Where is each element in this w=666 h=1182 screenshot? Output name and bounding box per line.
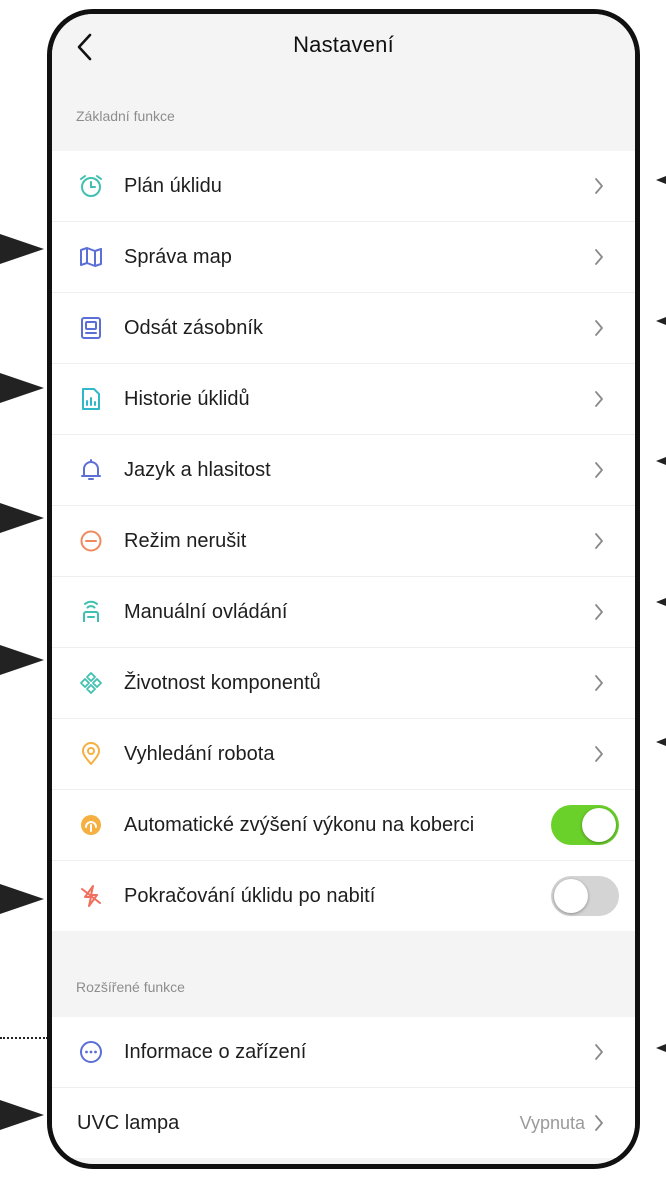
charge-resume-icon [77, 882, 105, 910]
history-chart-icon [77, 385, 105, 413]
advanced-functions-list: Informace o zařízení UVC lampa Vypnuta [52, 1017, 635, 1158]
basic-functions-list: Plán úklidu Správa map Odsát zásobník Hi… [52, 151, 635, 931]
do-not-disturb-icon [77, 527, 105, 555]
section-title: Základní funkce [76, 108, 175, 124]
resume-after-charge-toggle[interactable] [551, 876, 619, 916]
toggle-knob [554, 879, 588, 913]
annotation-arrow [0, 884, 44, 914]
map-icon [77, 243, 105, 271]
row-label: Historie úklidů [124, 387, 250, 410]
section-title: Rozšířené funkce [76, 979, 185, 995]
row-empty-dustbin[interactable]: Odsát zásobník [52, 293, 635, 364]
carpet-boost-toggle[interactable] [551, 805, 619, 845]
row-map-management[interactable]: Správa map [52, 222, 635, 293]
row-label: UVC lampa [77, 1111, 180, 1134]
chevron-right-icon [589, 318, 609, 338]
annotation-arrow [656, 738, 666, 746]
annotation-dotted-line [0, 1037, 48, 1039]
row-uvc-lamp[interactable]: UVC lampa Vypnuta [52, 1088, 635, 1158]
dustbin-station-icon [77, 314, 105, 342]
section-header-advanced: Rozšířené funkce [52, 952, 635, 1022]
annotation-arrow [0, 1100, 44, 1130]
chevron-right-icon [589, 1113, 609, 1133]
uvc-lamp-status: Vypnuta [519, 1112, 585, 1133]
toggle-knob [582, 808, 616, 842]
chevron-right-icon [589, 602, 609, 622]
chevron-right-icon [589, 1042, 609, 1062]
row-label: Pokračování úklidu po nabití [124, 884, 376, 907]
annotation-arrow [0, 503, 44, 533]
carpet-boost-icon [77, 811, 105, 839]
row-device-info[interactable]: Informace o zařízení [52, 1017, 635, 1088]
row-resume-after-charge: Pokračování úklidu po nabití [52, 861, 635, 931]
annotation-arrow [656, 176, 666, 184]
chevron-right-icon [589, 389, 609, 409]
info-dots-icon [77, 1038, 105, 1066]
chevron-right-icon [589, 744, 609, 764]
top-bar: Nastavení [52, 14, 635, 81]
annotation-arrow [656, 598, 666, 606]
remote-control-icon [77, 598, 105, 626]
annotation-arrow [0, 373, 44, 403]
annotation-arrow [656, 1044, 666, 1052]
row-find-robot[interactable]: Vyhledání robota [52, 719, 635, 790]
chevron-right-icon [589, 247, 609, 267]
row-label: Informace o zařízení [124, 1040, 307, 1063]
annotation-arrow [0, 234, 44, 264]
row-label: Režim nerušit [124, 529, 247, 552]
row-label: Správa map [124, 245, 232, 268]
components-icon [77, 669, 105, 697]
row-label: Vyhledání robota [124, 742, 275, 765]
alarm-clock-icon [77, 172, 105, 200]
row-manual-control[interactable]: Manuální ovládání [52, 577, 635, 648]
stage: Nastavení Základní funkce Plán úklidu Sp… [0, 0, 666, 1182]
row-label: Jazyk a hlasitost [124, 458, 271, 481]
row-cleaning-history[interactable]: Historie úklidů [52, 364, 635, 435]
section-header-basic: Základní funkce [52, 81, 635, 151]
location-pin-icon [77, 740, 105, 768]
annotation-arrow [0, 645, 44, 675]
row-label: Plán úklidu [124, 174, 222, 197]
row-label: Životnost komponentů [124, 671, 321, 694]
chevron-right-icon [589, 673, 609, 693]
page-title: Nastavení [293, 32, 394, 57]
annotation-arrow [656, 317, 666, 325]
annotation-arrow [656, 457, 666, 465]
chevron-right-icon [589, 176, 609, 196]
row-component-lifespan[interactable]: Životnost komponentů [52, 648, 635, 719]
row-language-volume[interactable]: Jazyk a hlasitost [52, 435, 635, 506]
row-label: Odsát zásobník [124, 316, 263, 339]
bell-icon [77, 456, 105, 484]
row-label: Manuální ovládání [124, 600, 288, 623]
chevron-right-icon [589, 460, 609, 480]
row-cleaning-schedule[interactable]: Plán úklidu [52, 151, 635, 222]
row-do-not-disturb[interactable]: Režim nerušit [52, 506, 635, 577]
chevron-right-icon [589, 531, 609, 551]
row-carpet-boost: Automatické zvýšení výkonu na koberci [52, 790, 635, 861]
row-label: Automatické zvýšení výkonu na koberci [124, 813, 475, 836]
phone-screen: Nastavení Základní funkce Plán úklidu Sp… [47, 9, 640, 1169]
